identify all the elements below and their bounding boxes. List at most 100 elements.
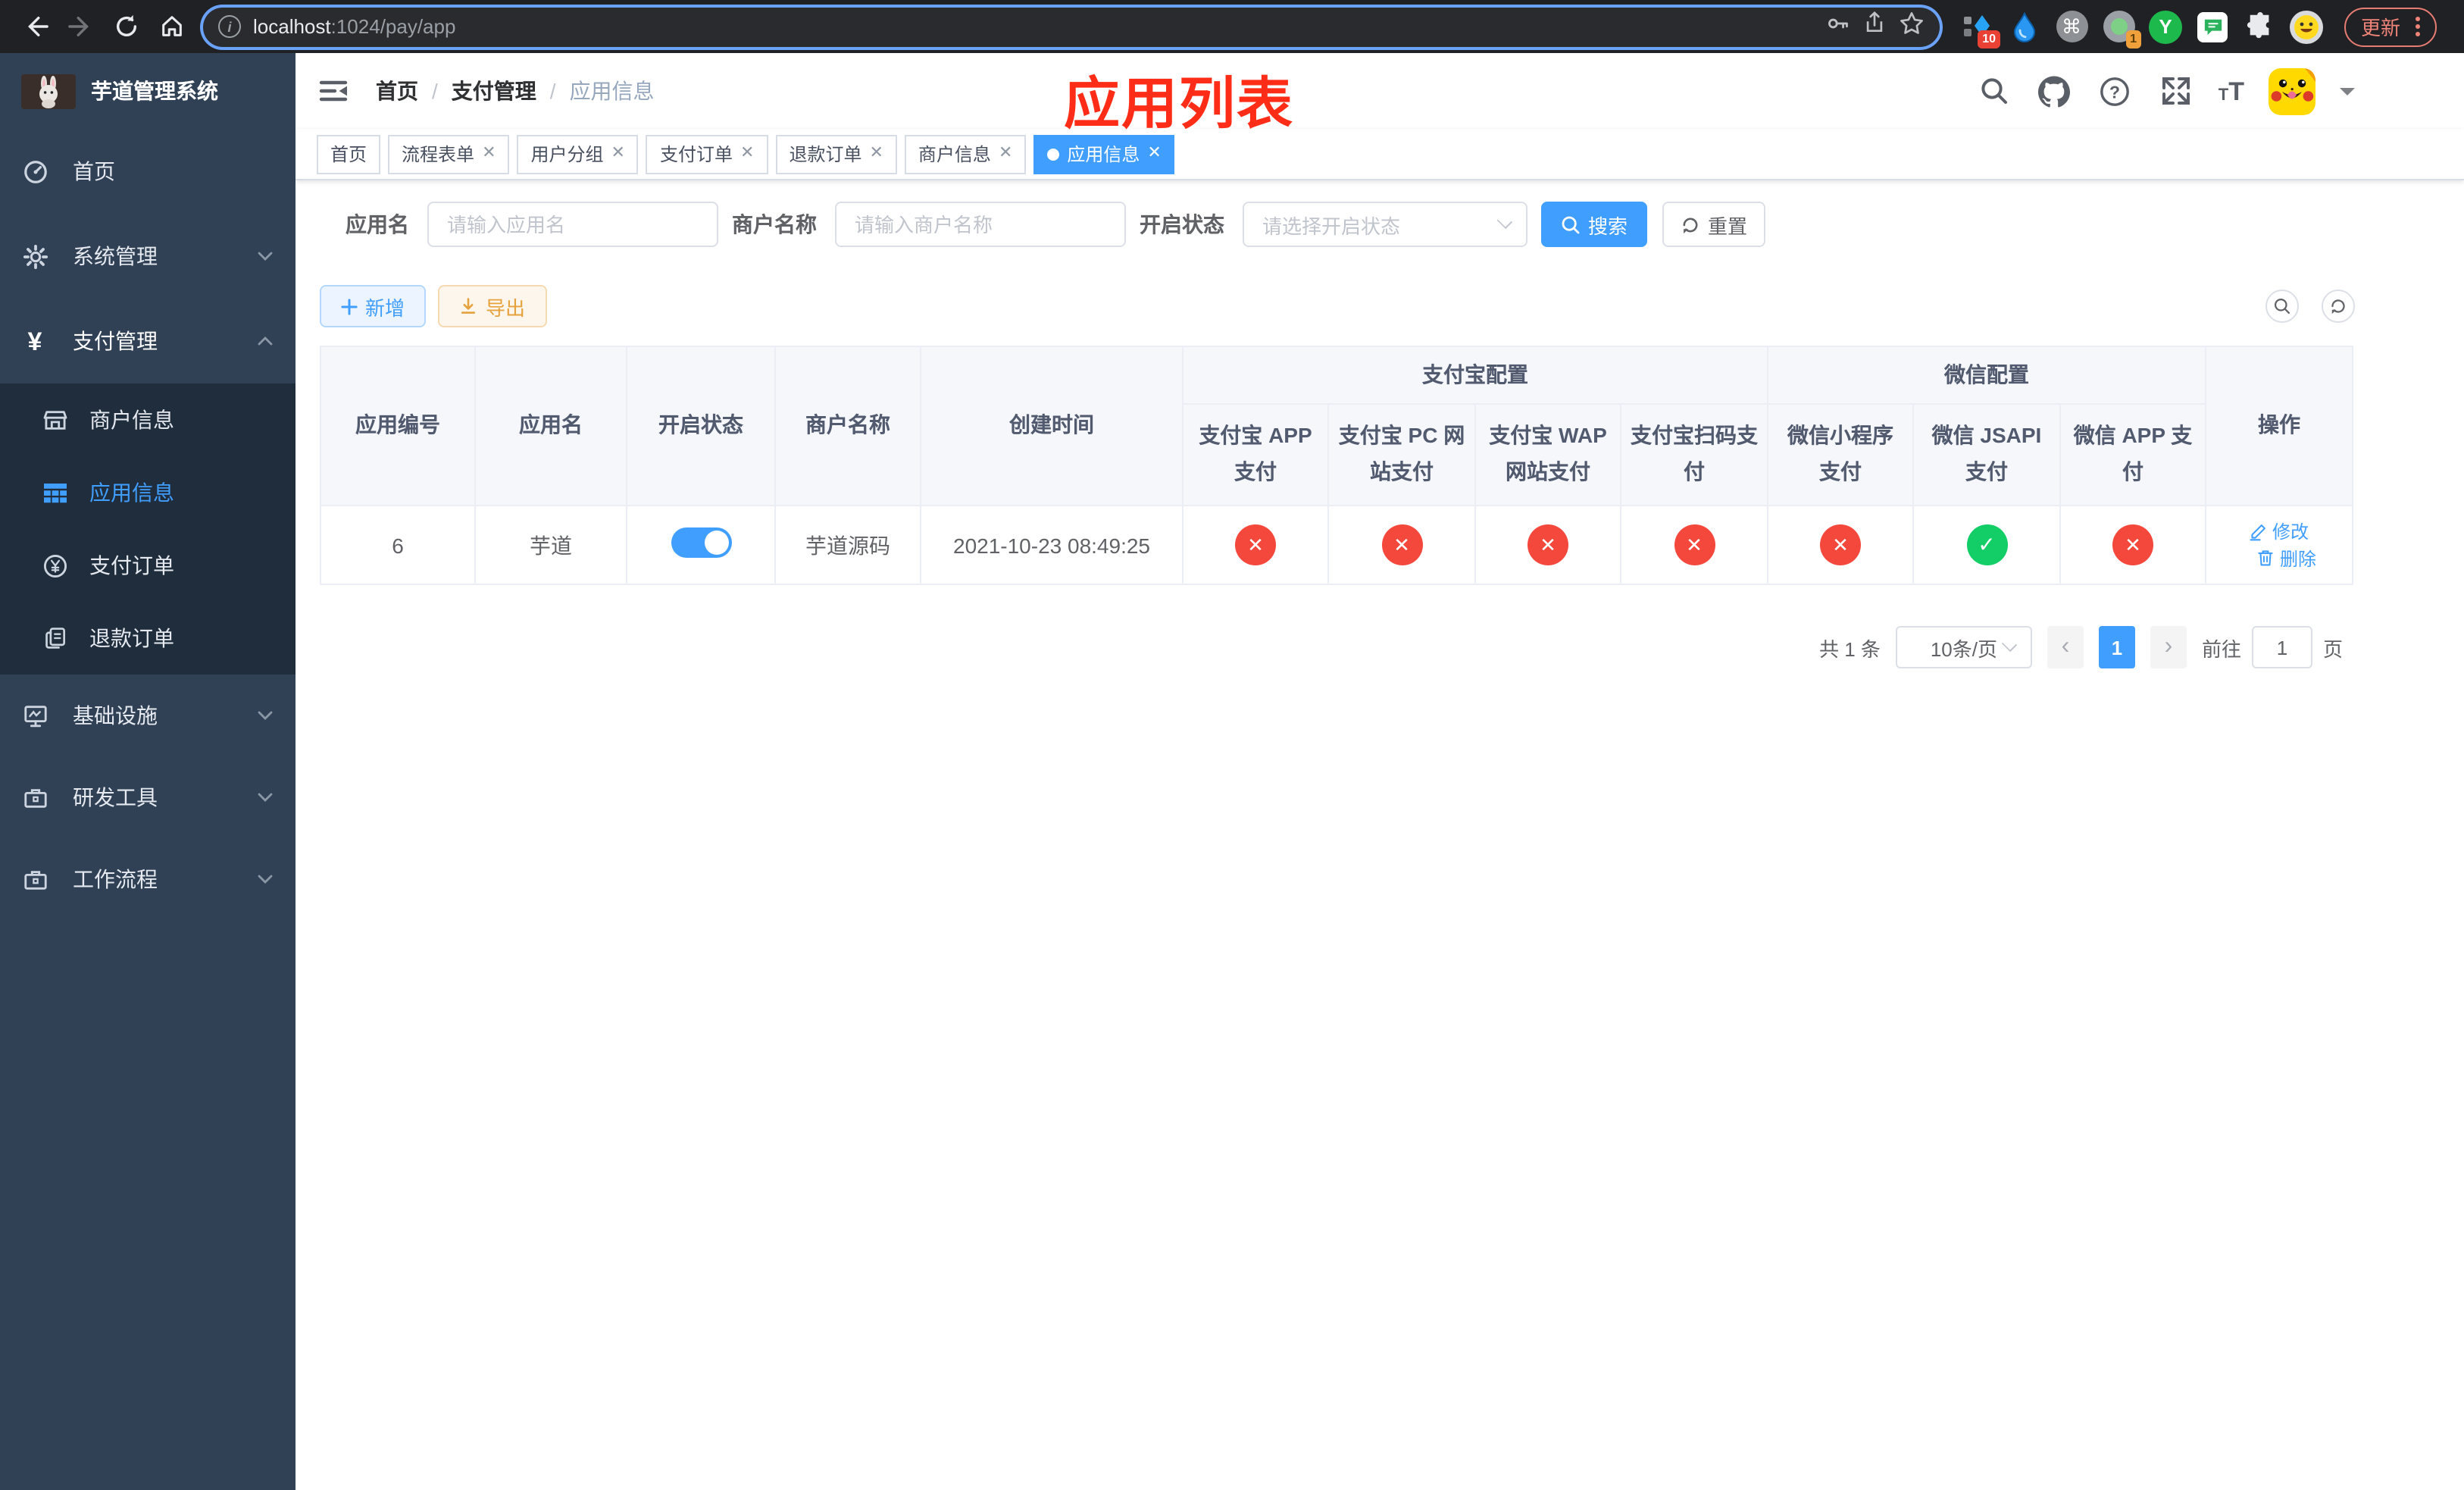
site-info-icon[interactable]: i [218,15,241,38]
profile-avatar-icon[interactable] [2290,10,2323,43]
goto-page-input[interactable] [2251,626,2312,668]
extension-pin-icon[interactable]: 10 [1961,10,2000,48]
col-header-ops: 操作 [2205,346,2353,506]
extension-command-icon[interactable]: ⌘ [2055,10,2088,43]
search-icon[interactable] [1976,73,2012,109]
sidebar-item-label: 系统管理 [73,244,158,268]
export-button[interactable]: 导出 [438,285,547,327]
page-number-1[interactable]: 1 [2098,626,2135,668]
status-select[interactable]: 请选择开启状态 [1243,202,1527,247]
status-toggle[interactable] [671,527,731,558]
sidebar-item-label: 支付管理 [73,329,158,353]
forward-icon[interactable] [61,7,100,46]
cell-merchant: 芋道源码 [774,505,921,585]
screen: i localhost:1024/pay/app 10 ⌘ 1 Y 更新 芋道管… [0,0,2464,1490]
back-icon[interactable] [15,7,55,46]
search-button[interactable]: 搜索 [1541,202,1647,247]
github-icon[interactable] [2037,73,2073,109]
sidebar-item-pay-orders[interactable]: 支付订单 [0,529,295,602]
delete-button[interactable]: 删除 [2257,545,2316,571]
sidebar-item-merchant-info[interactable]: 商户信息 [0,383,295,456]
col-header-wx-jsapi: 微信 JSAPI 支付 [1912,403,2061,506]
status-badge-alipay-wap [1527,524,1568,565]
chevron-down-icon [1496,213,1513,230]
cell-operations: 修改 删除 [2205,505,2353,585]
sidebar: 芋道管理系统 首页 系统管理 ¥ 支付管理 商户信息 应用信息 支付订单 退款订… [0,53,295,1490]
sidebar-item-system[interactable]: 系统管理 [0,214,295,299]
group-header-alipay: 支付宝配置 [1182,346,1768,405]
browser-update-button[interactable]: 更新 [2344,7,2437,46]
fullscreen-icon[interactable] [2158,73,2194,109]
close-icon[interactable]: ✕ [1147,145,1161,162]
breadcrumb-home[interactable]: 首页 [376,76,418,106]
url-text[interactable]: localhost:1024/pay/app [253,15,455,38]
document-icon [42,625,68,651]
password-key-icon[interactable] [1825,10,1850,43]
sidebar-item-refund-orders[interactable]: 退款订单 [0,602,295,675]
home-icon[interactable] [152,7,191,46]
extension-drop-icon[interactable] [2008,10,2041,43]
extensions-area: 10 ⌘ 1 Y [1961,10,2323,48]
add-button[interactable]: 新增 [320,285,426,327]
reset-button[interactable]: 重置 [1662,202,1765,247]
bookmark-star-icon[interactable] [1899,10,1925,43]
close-icon[interactable]: ✕ [740,145,754,162]
toggle-search-button[interactable] [2265,290,2299,323]
close-icon[interactable]: ✕ [482,145,496,162]
tab-pay-orders[interactable]: 支付订单 ✕ [646,134,768,174]
extension-chat-icon[interactable] [2196,10,2229,43]
refresh-button[interactable] [2322,290,2355,323]
sidebar-toggle-icon[interactable] [317,74,350,108]
close-icon[interactable]: ✕ [999,145,1012,162]
user-avatar[interactable] [2269,67,2315,114]
sidebar-item-label: 工作流程 [73,867,158,891]
tab-refund-orders[interactable]: 退款订单 ✕ [775,134,897,174]
sidebar-item-workflow[interactable]: 工作流程 [0,838,295,920]
app-logo[interactable]: 芋道管理系统 [0,53,295,129]
close-icon[interactable]: ✕ [869,145,883,162]
close-icon[interactable]: ✕ [611,145,625,162]
edit-button[interactable]: 修改 [2250,518,2309,544]
merchant-name-label: 商户名称 [732,212,817,236]
share-icon[interactable] [1862,11,1887,42]
shop-icon [42,407,68,433]
font-size-icon[interactable]: TT [2219,78,2244,104]
reload-icon[interactable] [106,7,145,46]
app-name-input[interactable] [427,202,718,247]
extensions-puzzle-icon[interactable] [2243,10,2276,43]
tab-merchant-info[interactable]: 商户信息 ✕ [904,134,1027,174]
status-badge-alipay-pc [1381,524,1422,565]
tab-home[interactable]: 首页 [317,134,381,174]
browser-menu-icon[interactable] [2416,17,2421,36]
caret-down-icon[interactable] [2340,87,2355,102]
app-name-label: 应用名 [346,212,409,236]
extension-recorder-icon[interactable]: 1 [2102,10,2141,48]
extension-y-icon[interactable]: Y [2149,10,2182,43]
chevron-down-icon [258,875,273,884]
merchant-name-input[interactable] [835,202,1126,247]
app-title: 芋道管理系统 [91,79,218,103]
sidebar-item-app-info[interactable]: 应用信息 [0,456,295,529]
chevron-down-icon [258,711,273,720]
breadcrumb-payment[interactable]: 支付管理 [452,76,536,106]
sidebar-item-infrastructure[interactable]: 基础设施 [0,675,295,756]
help-icon[interactable]: ? [2097,73,2134,109]
tab-process-form[interactable]: 流程表单 ✕ [388,134,510,174]
tab-app-info[interactable]: 应用信息 ✕ [1033,134,1175,174]
tab-user-group[interactable]: 用户分组 ✕ [517,134,639,174]
breadcrumb: 首页 / 支付管理 / 应用信息 [376,76,655,106]
sidebar-item-dev-tools[interactable]: 研发工具 [0,756,295,838]
pagination: 共 1 条 10条/页 ‹ 1 › 前往 页 [1819,626,2343,668]
address-bar[interactable]: i localhost:1024/pay/app [203,7,1940,46]
status-badge-wechat-jsapi [1966,524,2007,565]
prev-page-button[interactable]: ‹ [2047,626,2084,668]
yen-circle-icon [42,552,68,578]
next-page-button[interactable]: › [2150,626,2187,668]
table-toolbar: 新增 导出 [320,285,547,327]
sidebar-item-payment[interactable]: ¥ 支付管理 [0,299,295,383]
sidebar-item-label: 商户信息 [89,408,174,432]
col-header-name: 应用名 [474,346,627,506]
navbar-tools: ? TT [1976,67,2464,114]
sidebar-item-home[interactable]: 首页 [0,129,295,214]
page-size-select[interactable]: 10条/页 [1895,626,2032,668]
